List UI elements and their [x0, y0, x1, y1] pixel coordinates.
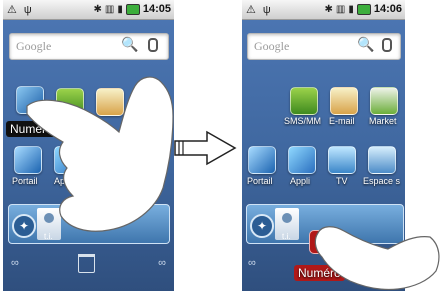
espace-label: Espace s [363, 176, 401, 186]
tv-icon[interactable] [328, 146, 356, 174]
microphone-icon[interactable] [148, 38, 158, 55]
gear-icon[interactable]: ✦ [250, 214, 274, 238]
search-icon[interactable]: 🔍 [121, 36, 138, 53]
transition-arrow-icon [174, 130, 237, 166]
search-icon[interactable]: 🔍 [357, 36, 374, 53]
portail-label: Portail [247, 176, 273, 186]
appli-icon[interactable] [288, 146, 316, 174]
bluetooth-icon: ✱ [93, 3, 102, 15]
mail-icon[interactable] [330, 87, 358, 115]
market-icon[interactable] [370, 87, 398, 115]
battery-icon [356, 3, 371, 15]
phone-screen-before: ⚠ ψ ✱ ▥ ▮ 14:05 Google 🔍 Numéro Portail … [3, 0, 174, 291]
google-search-widget[interactable]: Google 🔍 [247, 33, 401, 60]
sms-icon[interactable] [290, 87, 318, 115]
battery-icon [125, 3, 140, 15]
signal-icon: ▮ [117, 3, 123, 15]
hand-illustration [26, 76, 174, 232]
tv-label: TV [336, 176, 348, 186]
google-search-widget[interactable]: Google 🔍 [9, 33, 169, 60]
bluetooth-icon: ✱ [324, 3, 333, 15]
notification-icons: ⚠ ψ [7, 4, 34, 16]
espace-icon[interactable] [368, 146, 396, 174]
bottom-bar: ∞ ∞ [3, 253, 174, 291]
notification-icons: ⚠ ψ [246, 4, 273, 16]
network-icon: ▥ [335, 3, 346, 15]
status-bar: ⚠ ψ ✱ ▥ ▮ 14:06 [242, 0, 405, 20]
left-dots-icon[interactable]: ∞ [11, 257, 19, 269]
right-dots-icon[interactable]: ∞ [158, 257, 166, 269]
mail-label: E-mail [329, 116, 355, 126]
search-placeholder: Google [254, 39, 290, 53]
market-label: Market [369, 116, 397, 126]
status-bar: ⚠ ψ ✱ ▥ ▮ 14:05 [3, 0, 174, 20]
trash-icon[interactable] [78, 254, 95, 273]
search-placeholder: Google [16, 39, 52, 53]
hand-illustration [314, 226, 440, 291]
microphone-icon[interactable] [382, 38, 392, 55]
appli-label: Appli [290, 176, 311, 186]
portail-icon[interactable] [248, 146, 276, 174]
contact-name: t.i. [282, 232, 291, 241]
signal-icon: ▮ [348, 3, 354, 15]
network-icon: ▥ [104, 3, 115, 15]
left-dots-icon[interactable]: ∞ [248, 257, 256, 269]
status-time: 14:05 [142, 3, 171, 15]
status-time: 14:06 [373, 3, 402, 15]
sms-label: SMS/MM [284, 116, 321, 126]
